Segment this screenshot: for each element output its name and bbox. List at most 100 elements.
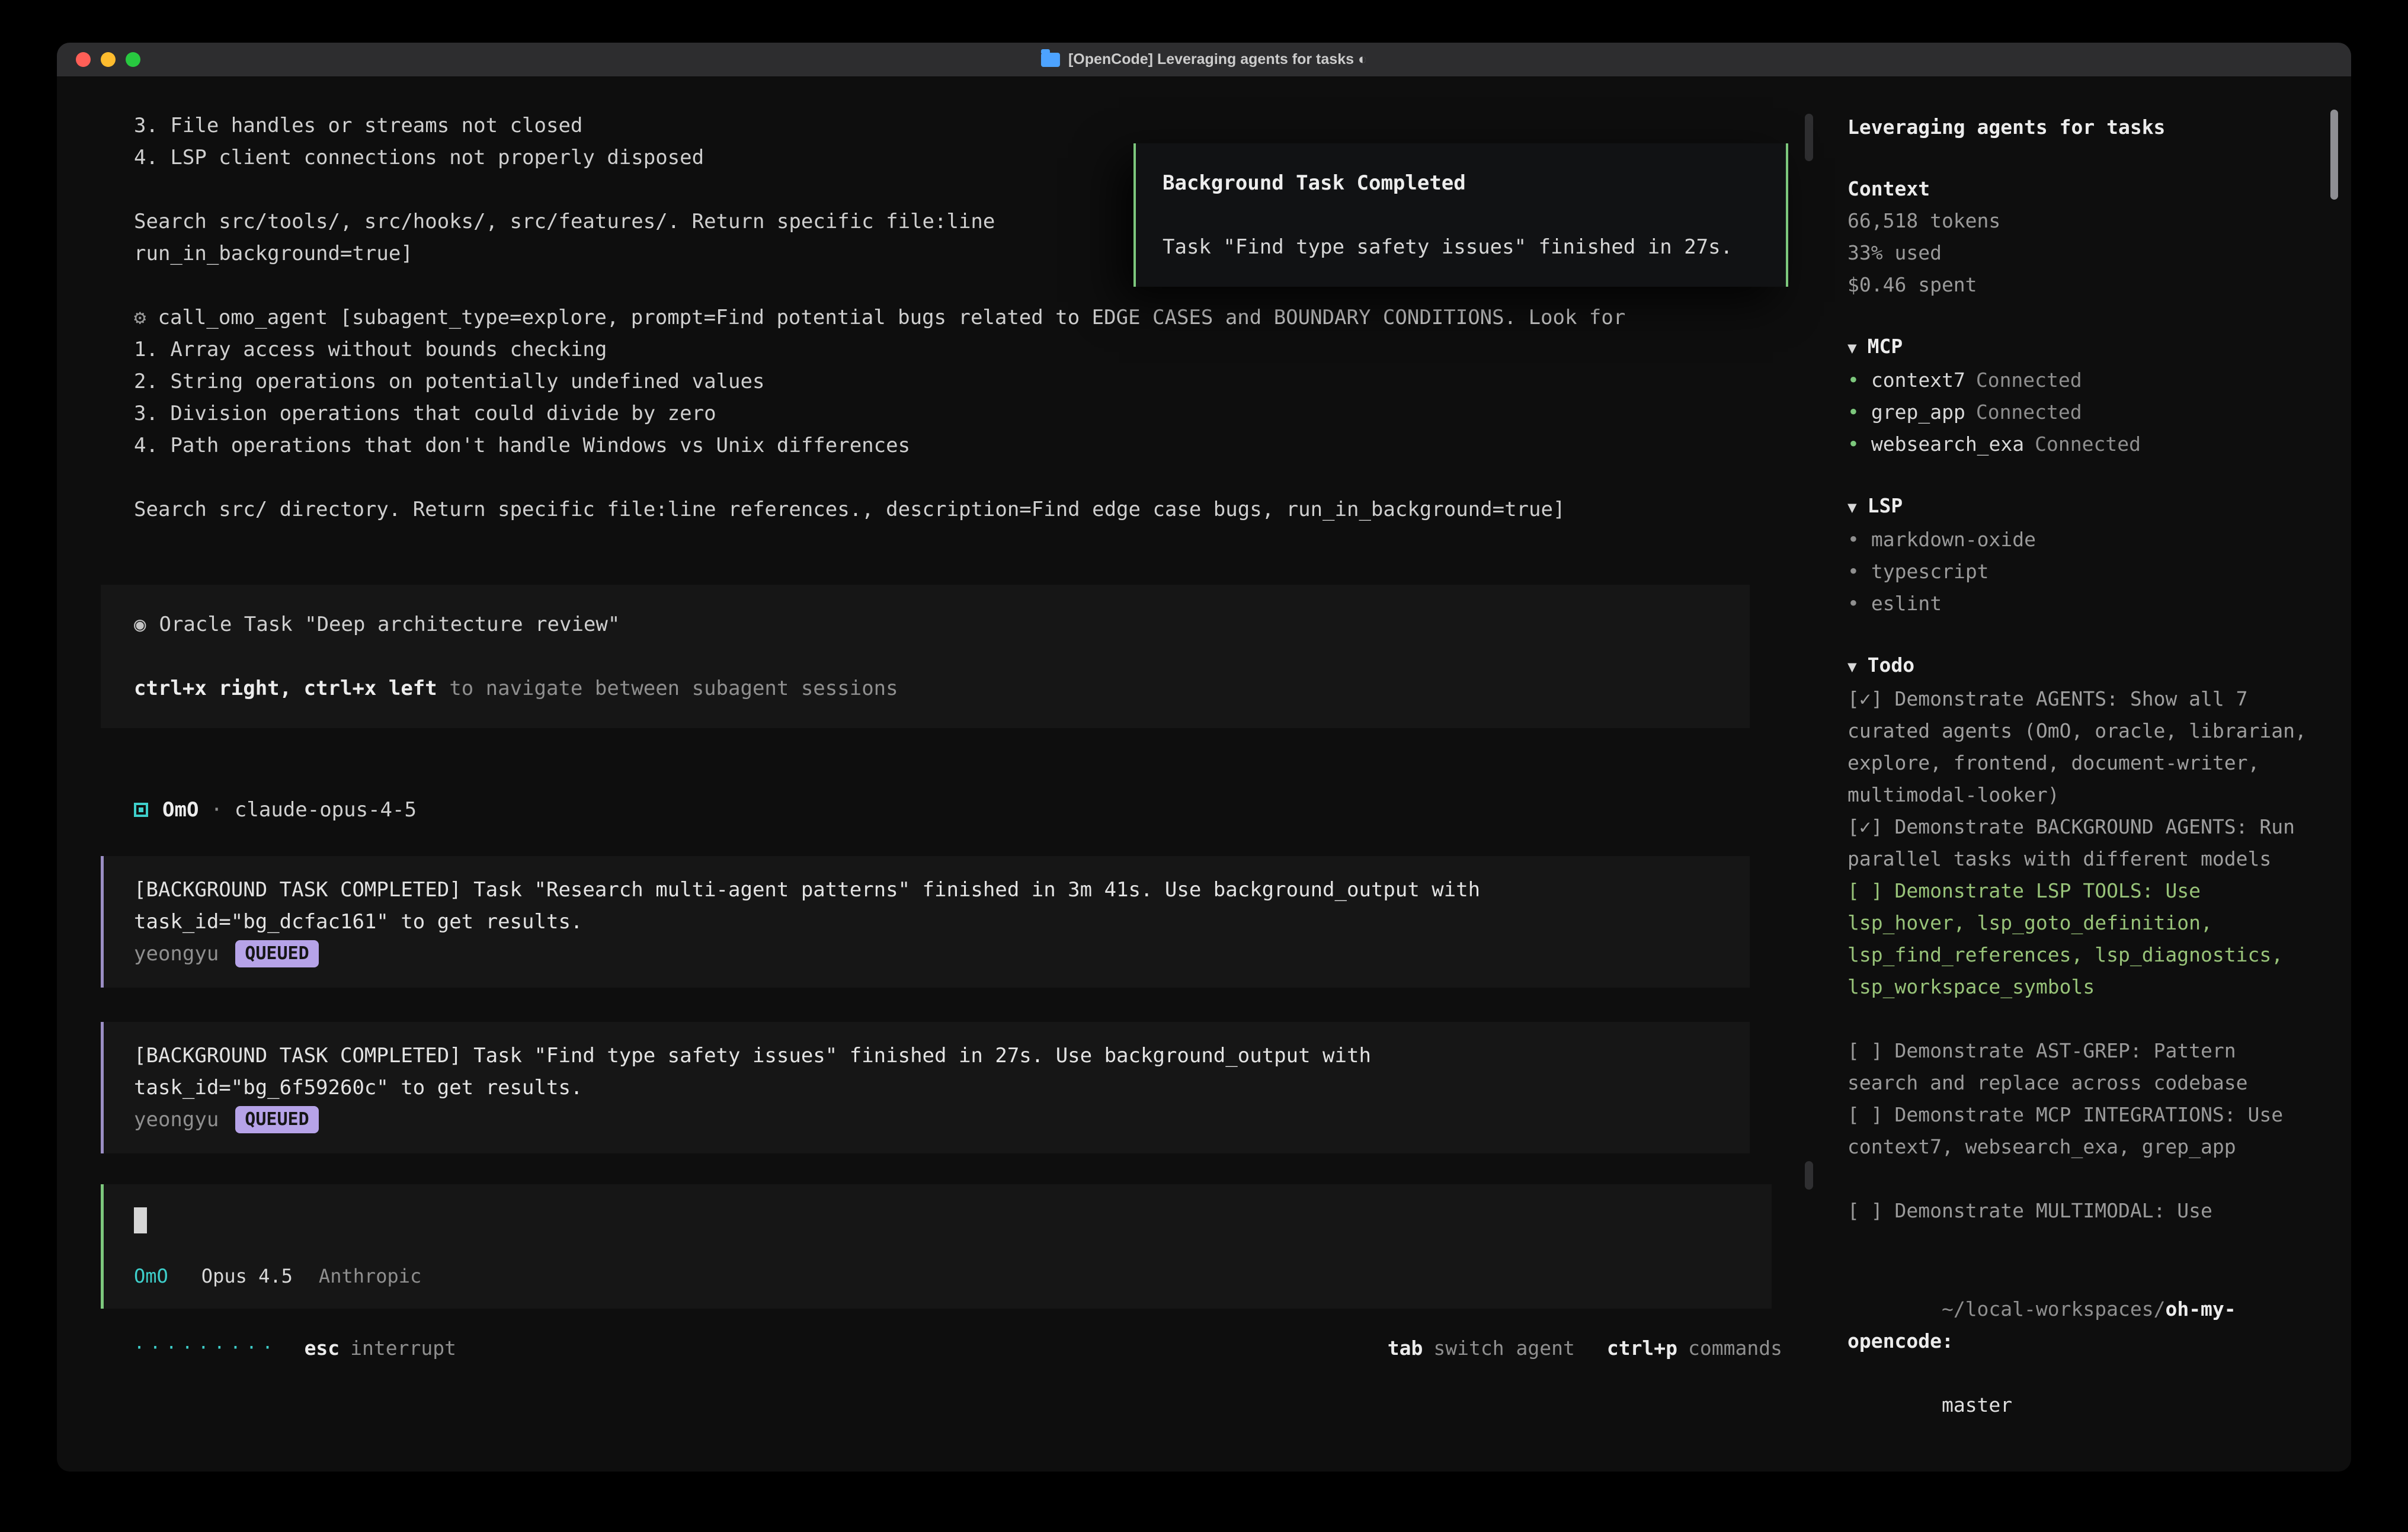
terminal-line: 3. File handles or streams not closed	[134, 110, 1782, 142]
context-tokens: 66,518 tokens	[1847, 205, 2316, 237]
todo-text: Demonstrate AST-GREP: Pattern search and…	[1847, 1039, 2248, 1094]
window-title-area: [OpenCode] Leveraging agents for tasks ◐	[1041, 51, 1367, 68]
lsp-heading[interactable]: ▼ LSP	[1847, 490, 2316, 524]
input-line[interactable]	[134, 1203, 1745, 1235]
todo-section: ▼ Todo [✓] Demonstrate AGENTS: Show all 7…	[1847, 649, 2316, 1227]
mcp-item: • grep_app Connected	[1847, 396, 2316, 428]
workspace-path: ~/local-workspaces/oh-my-opencode: maste…	[1847, 1261, 2316, 1453]
todo-text: Demonstrate BACKGROUND AGENTS: Run paral…	[1847, 815, 2307, 870]
message-meta: yeongyu QUEUED	[134, 938, 1723, 970]
spinner-dots-icon: ·········	[134, 1332, 278, 1364]
hint-text: to navigate between subagent sessions	[437, 677, 898, 700]
todo-text: Demonstrate MCP INTEGRATIONS: Use contex…	[1847, 1103, 2295, 1158]
todo-text: Demonstrate AGENTS: Show all 7 curated a…	[1847, 687, 2319, 806]
todo-item: [ ] Demonstrate AST-GREP: Pattern search…	[1847, 1035, 2316, 1099]
message-text: task_id="bg_6f59260c" to get results.	[134, 1072, 1723, 1104]
mcp-heading-label: MCP	[1868, 335, 1903, 358]
blank-line	[134, 461, 1782, 493]
status-badge: QUEUED	[235, 1106, 318, 1133]
chevron-down-icon: ▼	[1847, 658, 1857, 676]
context-spent: $0.46 spent	[1847, 269, 2316, 301]
bullet-icon: •	[1847, 528, 1859, 551]
lsp-name: eslint	[1871, 592, 1942, 615]
mcp-name: grep_app	[1871, 400, 1965, 424]
todo-item: [ ] Demonstrate LSP TOOLS: Use lsp_hover…	[1847, 875, 2316, 1003]
scrollbar-thumb[interactable]	[1805, 1161, 1813, 1190]
todo-text: Demonstrate LSP TOOLS: Use lsp_hover, ls…	[1847, 879, 2295, 998]
esc-key-label: interrupt	[350, 1332, 456, 1364]
chevron-down-icon: ▼	[1847, 339, 1857, 357]
todo-heading[interactable]: ▼ Todo	[1847, 649, 2316, 683]
todo-item: [✓] Demonstrate AGENTS: Show all 7 curat…	[1847, 683, 2316, 811]
checkbox-icon: [✓]	[1847, 687, 1883, 710]
lsp-heading-label: LSP	[1868, 494, 1903, 517]
status-badge: QUEUED	[235, 940, 318, 967]
mcp-item: •websearch_exaConnected	[1847, 428, 2316, 460]
todo-item: [✓] Demonstrate BACKGROUND AGENTS: Run p…	[1847, 811, 2316, 875]
scrollbar-thumb[interactable]	[1805, 114, 1813, 161]
prompt-input[interactable]: OmO Opus 4.5 Anthropic	[101, 1184, 1772, 1309]
chat-scrollbar[interactable]	[1805, 77, 1813, 1472]
mcp-status: Connected	[1976, 400, 2082, 424]
hint-keys: ctrl+x right, ctrl+x left	[134, 677, 437, 700]
lsp-name: typescript	[1871, 560, 1989, 583]
session-sidebar: Leveraging agents for tasks Context 66,5…	[1818, 77, 2351, 1472]
zoom-button[interactable]	[126, 52, 140, 67]
separator-dot: ·	[210, 798, 222, 822]
window-title: [OpenCode] Leveraging agents for tasks ◐	[1068, 51, 1367, 68]
checkbox-icon: [ ]	[1847, 879, 1883, 902]
esc-key-hint: esc	[305, 1332, 340, 1364]
checkbox-icon: [ ]	[1847, 1039, 1883, 1062]
window-controls	[57, 52, 140, 67]
navigation-hint: ctrl+x right, ctrl+x left to navigate be…	[134, 672, 1723, 704]
chat-pane: 3. File handles or streams not closed 4.…	[57, 77, 1818, 1472]
titlebar[interactable]: [OpenCode] Leveraging agents for tasks ◐	[57, 43, 2351, 77]
terminal-window: [OpenCode] Leveraging agents for tasks ◐…	[57, 43, 2351, 1472]
mcp-name: websearch_exa	[1871, 432, 2024, 456]
minimize-button[interactable]	[101, 52, 116, 67]
context-used: 33% used	[1847, 237, 2316, 269]
bullet-icon: •	[1847, 400, 1859, 424]
bullet-icon: •	[1847, 432, 1859, 456]
lsp-section: ▼ LSP •markdown-oxide •typescript • eslint	[1847, 490, 2316, 620]
record-icon: ◉	[134, 613, 146, 636]
close-button[interactable]	[76, 52, 91, 67]
active-model-label: Opus 4.5	[201, 1260, 293, 1292]
mcp-status: Connected	[1976, 368, 2082, 392]
agent-icon	[134, 803, 148, 817]
chat-message: [BACKGROUND TASK COMPLETED] Task "Resear…	[101, 856, 1750, 988]
ctrlp-key-hint: ctrl+p	[1607, 1332, 1677, 1364]
todo-heading-label: Todo	[1868, 653, 1914, 677]
message-text: task_id="bg_dcfac161" to get results.	[134, 906, 1723, 938]
tool-call-item: 3. Division operations that could divide…	[134, 398, 1782, 430]
message-text: [BACKGROUND TASK COMPLETED] Task "Resear…	[134, 874, 1723, 906]
checkbox-icon: [ ]	[1847, 1103, 1883, 1126]
toast-title: Background Task Completed	[1163, 167, 1759, 199]
workspace-branch: master	[1942, 1393, 2012, 1416]
blank-line	[134, 640, 1723, 672]
ctrlp-key-label: commands	[1688, 1332, 1782, 1364]
tab-key-hint: tab	[1388, 1332, 1423, 1364]
lsp-item: •typescript	[1847, 556, 2316, 588]
todo-item: [ ] Demonstrate MCP INTEGRATIONS: Use co…	[1847, 1099, 2316, 1163]
message-author: yeongyu	[134, 938, 219, 970]
agent-session-header: OmO · claude-opus-4-5	[134, 798, 1782, 822]
todo-text: Demonstrate MULTIMODAL: Use	[1894, 1199, 2212, 1222]
lsp-item: •markdown-oxide	[1847, 524, 2316, 556]
toast-body: Task "Find type safety issues" finished …	[1163, 231, 1759, 263]
background-task-toast[interactable]: Background Task Completed Task "Find typ…	[1133, 143, 1788, 287]
tool-call-item: 1. Array access without bounds checking	[134, 334, 1782, 366]
message-text: [BACKGROUND TASK COMPLETED] Task "Find t…	[134, 1040, 1723, 1072]
context-section: Context 66,518 tokens 33% used $0.46 spe…	[1847, 173, 2316, 301]
session-title: Leveraging agents for tasks	[1847, 111, 2316, 143]
status-bar: ········· esc interrupt tabswitch agent …	[134, 1332, 1782, 1364]
chevron-down-icon: ▼	[1847, 499, 1857, 517]
gear-icon: ⚙	[134, 306, 146, 329]
chat-message: [BACKGROUND TASK COMPLETED] Task "Find t…	[101, 1022, 1750, 1153]
sidebar-scrollbar[interactable]	[2330, 110, 2338, 200]
oracle-task-panel: ◉Oracle Task "Deep architecture review" …	[101, 585, 1750, 728]
mcp-name: context7	[1871, 368, 1965, 392]
workspace-dir: ~/local-workspaces/	[1942, 1297, 2166, 1321]
checkbox-icon: [ ]	[1847, 1199, 1883, 1222]
mcp-heading[interactable]: ▼ MCP	[1847, 331, 2316, 364]
